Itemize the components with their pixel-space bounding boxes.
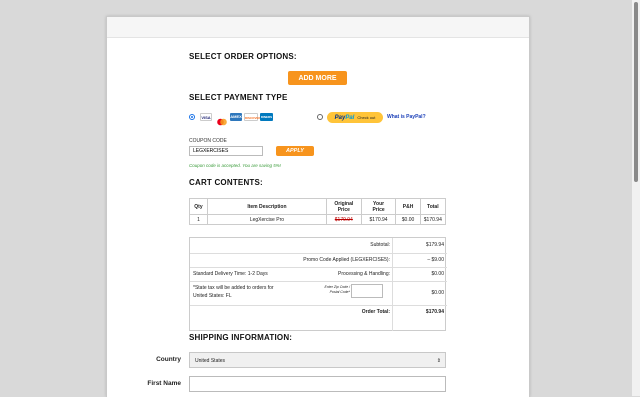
first-name-input[interactable] [189,376,446,392]
ph-header: P&H [395,198,421,215]
page-header-strip [107,17,529,38]
cart-header-row: Qty Item Description Original Price Your P… [189,198,447,215]
table-row: 1 LegXercise Pro $179.94 $170.94 $0.00 $… [189,214,447,225]
item-your-price: $170.94 [360,214,397,225]
cart-contents-title: CART CONTENTS: [189,178,263,187]
what-is-paypal-link[interactable]: What is PayPal? [387,114,426,120]
description-header: Item Description [206,198,327,215]
paypal-checkout-button[interactable]: PayPal Check out [327,112,383,123]
cart-table: Qty Item Description Original Price Your P… [189,198,447,225]
paypal-payment-radio[interactable] [317,114,323,120]
your-price-header: Your Price [360,198,397,215]
country-label: Country [156,356,181,363]
original-price-header-line2: Price [337,206,350,213]
total-header: Total [419,198,447,215]
qty-header: Qty [189,198,208,215]
mastercard-icon [216,113,228,126]
item-qty: 1 [189,214,208,225]
visa-icon: VISA [200,113,212,121]
apply-coupon-button[interactable]: APPLY [276,146,314,156]
paypal-checkout-label: Check out [357,115,376,120]
zip-code-label: Enter Zip Code / Postal Code* [304,285,350,295]
subtotal-value: $179.94 [425,242,444,248]
coupon-code-input[interactable] [189,146,263,156]
card-payment-radio[interactable] [189,114,195,120]
handling-label: Processing & Handling: [338,271,390,277]
handling-value: $0.00 [431,271,444,277]
checkout-page: SELECT ORDER OPTIONS: ADD MORE SELECT PA… [106,16,530,397]
zip-code-label-line2: Postal Code* [329,290,350,294]
item-ph: $0.00 [395,214,421,225]
order-summary: Subtotal: $179.94 Promo Code Applied (LE… [189,237,447,331]
country-select[interactable]: United States ⇕ [189,352,446,368]
your-price-header-line2: Price [372,206,385,213]
order-total-value: $170.94 [425,309,444,315]
tax-note: *State tax will be added to orders for U… [193,284,274,300]
order-options-title: SELECT ORDER OPTIONS: [189,52,297,61]
payment-type-title: SELECT PAYMENT TYPE [189,93,288,102]
add-more-button[interactable]: ADD MORE [288,71,347,85]
select-arrows-icon: ⇕ [436,358,441,364]
item-description: LegXercise Pro [206,214,327,225]
item-total: $170.94 [419,214,447,225]
subtotal-label: Subtotal: [370,242,390,248]
first-name-label: First Name [147,380,181,387]
scrollbar[interactable] [632,0,640,396]
tax-value: $0.00 [431,290,444,296]
country-selected-value: United States [195,358,226,364]
promo-value: – $9.00 [427,257,444,263]
amex-icon: AMEX [230,113,242,121]
shipping-info-title: SHIPPING INFORMATION: [189,333,293,342]
zip-code-input[interactable] [351,284,383,298]
tax-note-line1: *State tax will be added to orders for [193,285,274,291]
item-original-price: $179.94 [325,214,362,225]
diners-icon: DINERS [260,113,273,121]
order-total-label: Order Total: [361,309,390,315]
delivery-time-label: Standard Delivery Time: 1-2 Days [193,271,268,277]
paypal-logo-pay: Pay [334,115,346,121]
promo-label: Promo Code Applied (LEGXERCISE5): [303,257,390,263]
coupon-code-label: COUPON CODE [189,138,227,144]
coupon-success-message: Coupon code is accepted. You are saving … [189,163,281,168]
paypal-logo-pal: Pal [345,115,355,121]
tax-note-line2: United States: FL [193,293,232,299]
scrollbar-thumb[interactable] [634,2,638,182]
original-price-header: Original Price [325,198,362,215]
discover-icon: DISCOVER [244,113,261,121]
